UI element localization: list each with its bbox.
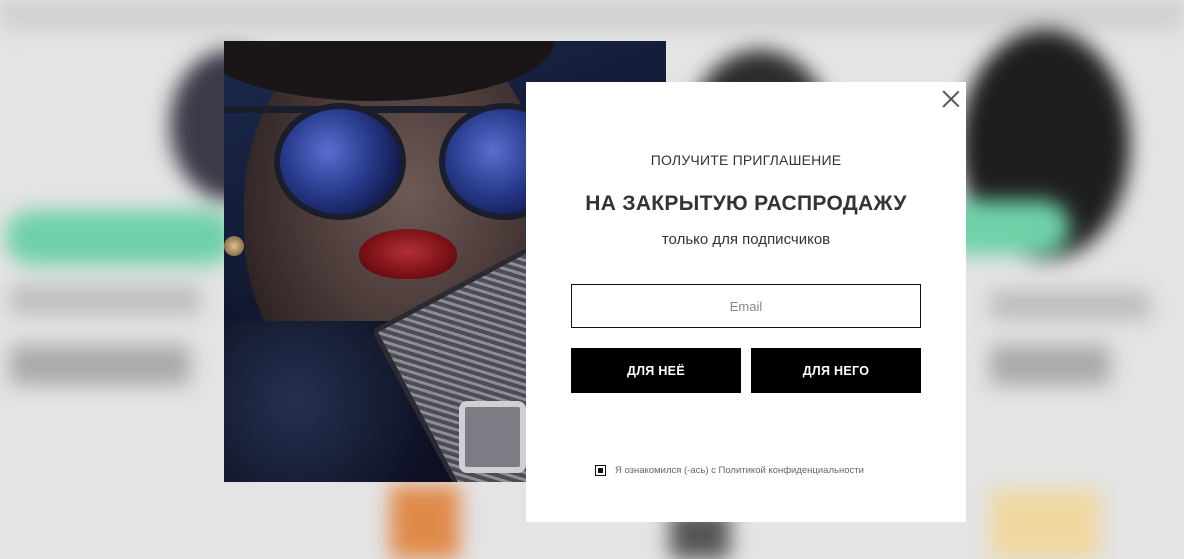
consent-label: Я ознакомился (-ась) с Политикой конфиде… xyxy=(615,464,864,476)
email-input[interactable] xyxy=(571,284,921,328)
popup-headline: НА ЗАКРЫТУЮ РАСПРОДАЖУ xyxy=(585,192,907,215)
privacy-consent: Я ознакомился (-ась) с Политикой конфиде… xyxy=(595,463,915,477)
checkbox-checked-icon[interactable] xyxy=(595,464,606,476)
popup-kicker: ПОЛУЧИТЕ ПРИГЛАШЕНИЕ xyxy=(650,152,842,168)
subscription-popup: ПОЛУЧИТЕ ПРИГЛАШЕНИЕ НА ЗАКРЫТУЮ РАСПРОД… xyxy=(526,82,966,522)
for-him-button[interactable]: ДЛЯ НЕГО xyxy=(751,348,921,393)
for-her-button[interactable]: ДЛЯ НЕЁ xyxy=(571,348,741,393)
popup-subline: только для подписчиков xyxy=(661,231,831,248)
close-icon[interactable] xyxy=(942,90,960,108)
